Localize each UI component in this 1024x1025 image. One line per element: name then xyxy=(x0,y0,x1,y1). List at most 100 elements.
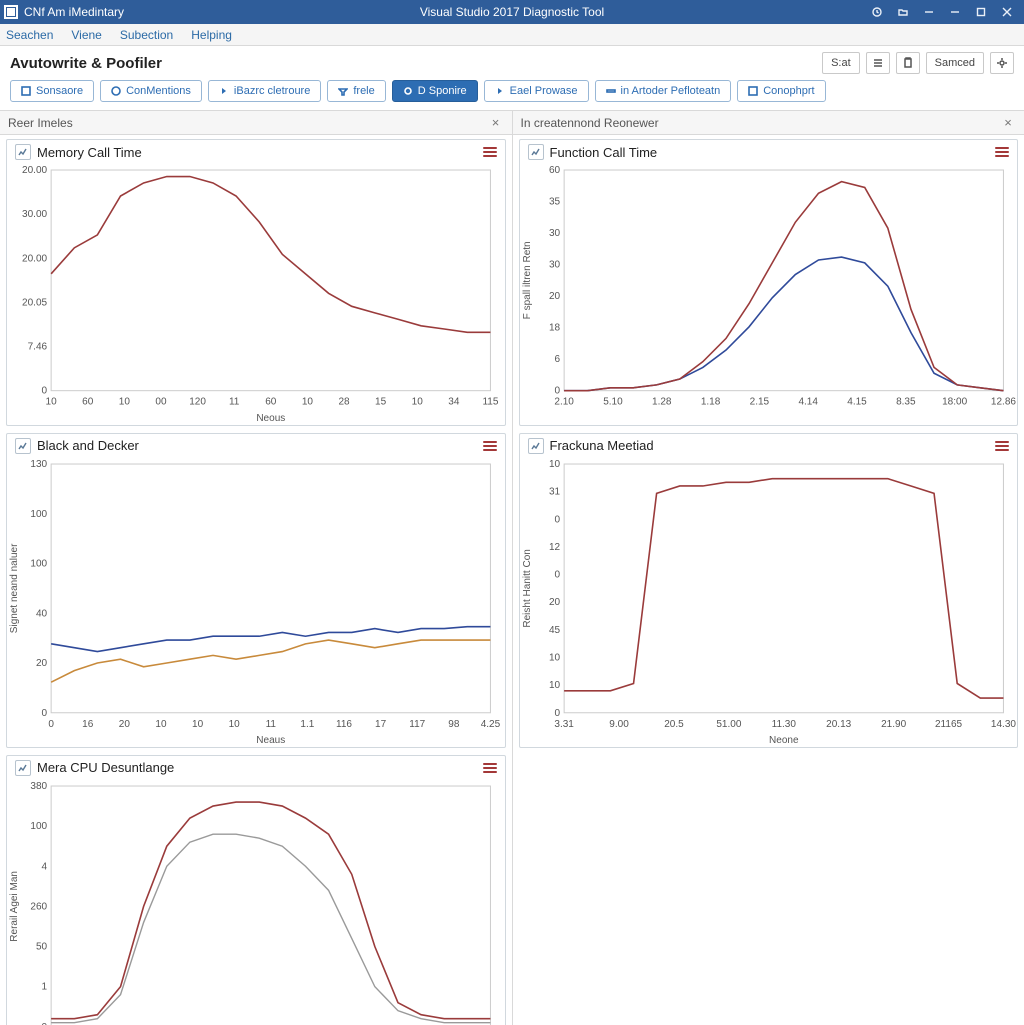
clock-icon[interactable] xyxy=(864,0,890,24)
svg-text:30: 30 xyxy=(548,260,560,271)
svg-text:18: 18 xyxy=(548,323,560,334)
svg-text:60: 60 xyxy=(265,397,277,408)
svg-text:17: 17 xyxy=(375,719,387,730)
svg-text:18:00: 18:00 xyxy=(942,397,967,408)
chart-plot: 061820303035602.105.101.281.182.154.144.… xyxy=(520,164,1018,425)
chart-title: Frackuna Meetiad xyxy=(550,438,654,453)
chart-plot: 0204010010013001620101010111.11161711798… xyxy=(7,458,505,747)
svg-text:10: 10 xyxy=(46,397,58,408)
chart-menu-icon[interactable] xyxy=(483,441,497,451)
svg-text:20: 20 xyxy=(119,719,131,730)
saved-button[interactable]: Samced xyxy=(926,52,984,74)
svg-text:20.13: 20.13 xyxy=(826,719,851,730)
svg-text:10: 10 xyxy=(119,397,131,408)
svg-text:9.00: 9.00 xyxy=(609,719,629,730)
chart-memory-call: Memory Call Time07.4620.0520.0030.0020.0… xyxy=(6,139,506,426)
svg-text:6: 6 xyxy=(554,354,560,365)
btn-sponire[interactable]: D Sponire xyxy=(392,80,478,102)
chart-menu-icon[interactable] xyxy=(483,147,497,157)
folder-icon[interactable] xyxy=(890,0,916,24)
maximize-button[interactable] xyxy=(968,0,994,24)
svg-text:4.14: 4.14 xyxy=(798,397,818,408)
svg-text:8.35: 8.35 xyxy=(896,397,916,408)
svg-text:115: 115 xyxy=(482,397,498,408)
svg-text:30.00: 30.00 xyxy=(22,209,47,220)
svg-text:60: 60 xyxy=(82,397,94,408)
svg-text:21165: 21165 xyxy=(934,719,962,730)
svg-text:20.00: 20.00 xyxy=(22,253,47,264)
chart-type-icon xyxy=(15,144,31,160)
btn-ibazrc[interactable]: iBazrc cletroure xyxy=(208,80,321,102)
chart-type-icon xyxy=(528,438,544,454)
chart-header: Black and Decker xyxy=(7,434,505,458)
btn-frele[interactable]: frele xyxy=(327,80,385,102)
svg-text:10: 10 xyxy=(412,397,424,408)
chart-menu-icon[interactable] xyxy=(483,763,497,773)
btn-sonsaore[interactable]: Sonsaore xyxy=(10,80,94,102)
titlebar-project: CNf Am iMedintary xyxy=(24,5,124,19)
chart-title: Memory Call Time xyxy=(37,145,142,160)
svg-text:116: 116 xyxy=(336,719,352,730)
menu-search[interactable]: Seachen xyxy=(6,28,53,42)
btn-eael[interactable]: Eael Prowase xyxy=(484,80,589,102)
toolbar: Sonsaore ConMentions iBazrc cletroure fr… xyxy=(0,80,1024,111)
svg-text:0: 0 xyxy=(554,569,560,580)
svg-text:20.05: 20.05 xyxy=(22,297,47,308)
clipboard-icon[interactable] xyxy=(896,52,920,74)
svg-text:34: 34 xyxy=(448,397,460,408)
svg-text:10: 10 xyxy=(192,719,204,730)
header-tools: S:at Samced xyxy=(822,52,1014,74)
svg-text:117: 117 xyxy=(409,719,425,730)
chart-header: Mera CPU Desuntlange xyxy=(7,756,505,780)
svg-text:7.46: 7.46 xyxy=(28,342,48,353)
svg-text:100: 100 xyxy=(30,558,47,569)
right-pane-header: In creatennond Reonewer × xyxy=(513,111,1024,135)
btn-artoder[interactable]: in Artoder Pefloteatn xyxy=(595,80,732,102)
svg-text:Signet neand naluer: Signet neand naluer xyxy=(9,543,20,633)
chart-menu-icon[interactable] xyxy=(995,147,1009,157)
menu-subsection[interactable]: Subection xyxy=(120,28,173,42)
svg-text:10: 10 xyxy=(229,719,241,730)
svg-text:130: 130 xyxy=(30,459,47,470)
chart-type-icon xyxy=(15,438,31,454)
svg-text:0: 0 xyxy=(554,708,560,719)
svg-text:Rerail Agei Man: Rerail Agei Man xyxy=(9,871,20,942)
right-pane-close[interactable]: × xyxy=(1000,115,1016,130)
svg-text:2.15: 2.15 xyxy=(749,397,769,408)
svg-text:0: 0 xyxy=(42,1021,48,1025)
window-controls xyxy=(864,0,1020,24)
menu-help[interactable]: Helping xyxy=(191,28,232,42)
menu-view[interactable]: Viene xyxy=(71,28,101,42)
chart-menu-icon[interactable] xyxy=(995,441,1009,451)
svg-text:100: 100 xyxy=(30,509,47,520)
svg-text:4: 4 xyxy=(42,861,48,872)
chart-plot: 010104520012031103.319.0020.551.0011.302… xyxy=(520,458,1018,747)
svg-text:30: 30 xyxy=(548,228,560,239)
svg-text:10: 10 xyxy=(548,652,560,663)
panes: Reer Imeles × Memory Call Time07.4620.05… xyxy=(0,111,1024,1025)
svg-text:Neaus: Neaus xyxy=(256,735,285,746)
settings-icon[interactable] xyxy=(990,52,1014,74)
svg-text:120: 120 xyxy=(189,397,206,408)
svg-text:0: 0 xyxy=(42,708,48,719)
left-pane-close[interactable]: × xyxy=(488,115,504,130)
chart-plot: 07.4620.0520.0030.0020.00106010001201160… xyxy=(7,164,505,425)
svg-text:12.86: 12.86 xyxy=(990,397,1015,408)
chart-header: Frackuna Meetiad xyxy=(520,434,1018,458)
svg-text:Neone: Neone xyxy=(769,735,799,746)
btn-conmentions[interactable]: ConMentions xyxy=(100,80,202,102)
chart-title: Mera CPU Desuntlange xyxy=(37,760,174,775)
list-icon[interactable] xyxy=(866,52,890,74)
btn-conophprt[interactable]: Conophprt xyxy=(737,80,825,102)
chart-title: Function Call Time xyxy=(550,145,658,160)
left-pane-body: Memory Call Time07.4620.0520.0030.0020.0… xyxy=(0,135,512,1025)
svg-text:Reisht Hanitt Con: Reisht Hanitt Con xyxy=(522,549,533,628)
svg-text:28: 28 xyxy=(338,397,350,408)
dash-button[interactable] xyxy=(942,0,968,24)
svg-text:20: 20 xyxy=(36,658,48,669)
svg-text:260: 260 xyxy=(30,901,47,912)
minimize-button[interactable] xyxy=(916,0,942,24)
sat-button[interactable]: S:at xyxy=(822,52,860,74)
close-button[interactable] xyxy=(994,0,1020,24)
svg-text:Neous: Neous xyxy=(256,413,285,424)
